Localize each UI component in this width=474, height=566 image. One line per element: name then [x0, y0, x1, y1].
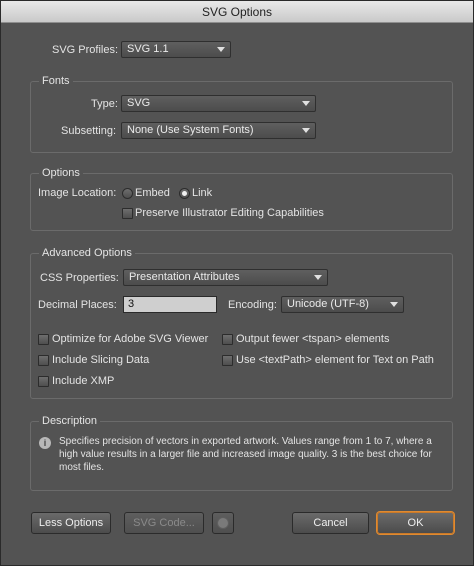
svg-options-dialog: SVG Options SVG Profiles: SVG 1.1 Fonts …: [0, 0, 474, 566]
advanced-options-group-title: Advanced Options: [39, 247, 135, 259]
encoding-value: Unicode (UTF-8): [287, 298, 369, 310]
ok-button[interactable]: OK: [377, 512, 454, 534]
globe-icon: [217, 517, 229, 529]
options-group: Options: [30, 167, 453, 231]
css-properties-label: CSS Properties:: [40, 272, 119, 284]
cancel-button[interactable]: Cancel: [292, 512, 369, 534]
link-radio[interactable]: [179, 188, 190, 199]
image-location-label: Image Location:: [38, 187, 117, 199]
encoding-dropdown[interactable]: Unicode (UTF-8): [281, 296, 404, 313]
svg-code-button[interactable]: SVG Code...: [124, 512, 204, 534]
options-group-title: Options: [39, 167, 83, 179]
svg-profiles-label: SVG Profiles:: [52, 44, 119, 56]
embed-label: Embed: [135, 187, 170, 199]
css-properties-value: Presentation Attributes: [129, 271, 240, 283]
web-preview-button[interactable]: [212, 512, 234, 534]
use-textpath-checkbox[interactable]: [222, 355, 233, 366]
fonts-group-title: Fonts: [39, 75, 73, 87]
css-properties-dropdown[interactable]: Presentation Attributes: [123, 269, 328, 286]
subsetting-dropdown[interactable]: None (Use System Fonts): [121, 122, 316, 139]
svg-profiles-value: SVG 1.1: [127, 43, 169, 55]
include-slicing-label: Include Slicing Data: [52, 354, 150, 366]
less-options-button[interactable]: Less Options: [31, 512, 111, 534]
chevron-down-icon: [390, 302, 398, 307]
type-label: Type:: [91, 98, 118, 110]
encoding-label: Encoding:: [228, 299, 277, 311]
link-label: Link: [192, 187, 213, 199]
decimal-places-label: Decimal Places:: [38, 299, 117, 311]
subsetting-label: Subsetting:: [61, 125, 117, 137]
chevron-down-icon: [302, 128, 310, 133]
include-slicing-checkbox[interactable]: [38, 355, 49, 366]
fonts-group: Fonts: [30, 75, 453, 153]
chevron-down-icon: [217, 47, 225, 52]
description-group-title: Description: [39, 415, 101, 427]
info-icon: i: [39, 437, 51, 449]
include-xmp-label: Include XMP: [52, 375, 115, 387]
embed-radio[interactable]: [122, 188, 133, 199]
output-fewer-tspan-checkbox[interactable]: [222, 334, 233, 345]
chevron-down-icon: [302, 101, 310, 106]
font-type-dropdown[interactable]: SVG: [121, 95, 316, 112]
preserve-editing-label: Preserve Illustrator Editing Capabilitie…: [135, 207, 324, 219]
font-type-value: SVG: [127, 97, 151, 109]
svg-profiles-dropdown[interactable]: SVG 1.1: [121, 41, 231, 58]
preserve-editing-checkbox[interactable]: [122, 208, 133, 219]
subsetting-value: None (Use System Fonts): [127, 124, 254, 136]
description-text: Specifies precision of vectors in export…: [59, 436, 432, 473]
optimize-svg-viewer-label: Optimize for Adobe SVG Viewer: [52, 333, 209, 345]
decimal-places-input[interactable]: 3: [123, 296, 217, 313]
include-xmp-checkbox[interactable]: [38, 376, 49, 387]
window-title: SVG Options: [1, 1, 473, 23]
output-fewer-tspan-label: Output fewer <tspan> elements: [236, 333, 390, 345]
chevron-down-icon: [314, 275, 322, 280]
use-textpath-label: Use <textPath> element for Text on Path: [236, 354, 434, 366]
optimize-svg-viewer-checkbox[interactable]: [38, 334, 49, 345]
